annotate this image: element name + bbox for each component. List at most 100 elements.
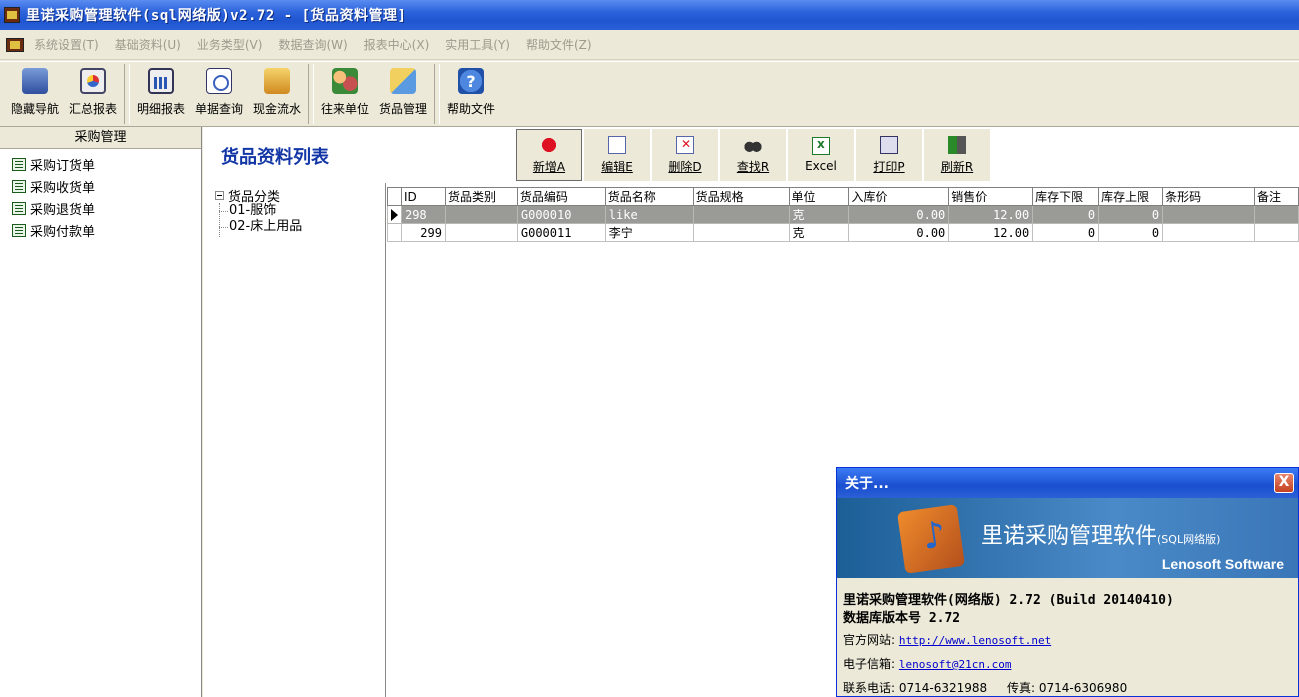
cell-purchase-price[interactable]: 0.00: [848, 205, 950, 224]
menu-data-query[interactable]: 数据查询(W): [278, 36, 347, 53]
column-header[interactable]: 条形码: [1162, 187, 1255, 206]
partners-label: 往来单位: [320, 102, 369, 116]
menu-system-settings[interactable]: 系统设置(T): [34, 36, 99, 53]
tree-node-root[interactable]: 货品分类: [215, 187, 385, 205]
people-icon: [332, 68, 358, 94]
column-header[interactable]: 单位: [788, 187, 850, 206]
add-button[interactable]: 新增A: [516, 129, 582, 181]
app-icon[interactable]: [4, 7, 20, 23]
column-header[interactable]: 库存下限: [1032, 187, 1100, 206]
main-toolbar: 隐藏导航 汇总报表 明细报表 单据查询 现金流水 往来单位 货品管理 ? 帮助文…: [0, 61, 1299, 127]
cell-name[interactable]: 李宁: [604, 223, 694, 242]
print-icon: [880, 135, 898, 154]
print-button[interactable]: 打印P: [856, 129, 922, 181]
nav-item-purchase-payment[interactable]: 采购付款单: [0, 219, 201, 241]
cell-id[interactable]: 299: [400, 223, 446, 242]
cell-stock-min[interactable]: 0: [1032, 205, 1100, 224]
goods-icon: [390, 68, 416, 94]
column-header[interactable]: ID: [400, 187, 446, 206]
tree-collapse-icon[interactable]: [215, 190, 224, 200]
cell-category[interactable]: [444, 205, 518, 224]
edit-button[interactable]: 编辑E: [584, 129, 650, 181]
window-title-bar[interactable]: 里诺采购管理软件(sql网络版)v2.72 - [货品资料管理]: [0, 0, 1299, 30]
menu-report-center[interactable]: 报表中心(X): [364, 36, 430, 53]
cell-stock-max[interactable]: 0: [1098, 223, 1164, 242]
goods-management-button[interactable]: 货品管理: [374, 62, 432, 126]
about-dialog: 关于... X 里诺采购管理软件(SQL网络版) Lenosoft Softwa…: [836, 467, 1299, 697]
nav-item-label: 采购付款单: [30, 224, 96, 240]
nav-item-purchase-order[interactable]: 采购订货单: [0, 153, 201, 175]
cell-remark[interactable]: [1253, 205, 1299, 224]
column-header[interactable]: 货品类别: [444, 187, 518, 206]
row-indicator: [387, 223, 402, 242]
nav-item-label: 采购收货单: [30, 180, 96, 196]
cell-spec[interactable]: [692, 205, 790, 224]
refresh-button[interactable]: 刷新R: [924, 129, 990, 181]
cell-code[interactable]: G000010: [516, 205, 606, 224]
document-query-label: 单据查询: [194, 102, 243, 116]
cell-name[interactable]: like: [604, 205, 694, 224]
column-header[interactable]: 入库价: [848, 187, 950, 206]
toolbar-separator: [124, 64, 130, 124]
excel-export-button[interactable]: Excel: [788, 129, 854, 181]
cell-remark[interactable]: [1253, 223, 1299, 242]
detail-report-button[interactable]: 明细报表: [132, 62, 190, 126]
print-label: 打印P: [873, 159, 905, 174]
nav-item-purchase-return[interactable]: 采购退货单: [0, 197, 201, 219]
left-navigation: 采购管理 采购订货单 采购收货单 采购退货单 采购付款单: [0, 127, 202, 697]
column-header[interactable]: 销售价: [948, 187, 1034, 206]
cell-unit[interactable]: 克: [788, 223, 850, 242]
delete-label: 删除D: [668, 159, 702, 174]
hide-nav-button[interactable]: 隐藏导航: [6, 62, 64, 126]
table-row[interactable]: 299 G000011 李宁 克 0.00 12.00 0 0: [387, 223, 1299, 242]
column-header[interactable]: 库存上限: [1098, 187, 1164, 206]
table-row[interactable]: 298 G000010 like 克 0.00 12.00 0 0: [387, 205, 1299, 224]
pie-chart-icon: [80, 68, 106, 94]
cell-spec[interactable]: [692, 223, 790, 242]
close-button[interactable]: X: [1274, 473, 1294, 493]
cell-stock-min[interactable]: 0: [1032, 223, 1100, 242]
toolbar-separator: [308, 64, 314, 124]
mdi-child-icon[interactable]: [6, 37, 24, 52]
about-dialog-title-bar[interactable]: 关于...: [837, 468, 1298, 498]
about-company: Lenosoft Software: [1161, 556, 1284, 572]
menu-business-type[interactable]: 业务类型(V): [197, 36, 263, 53]
cell-code[interactable]: G000011: [516, 223, 606, 242]
column-header[interactable]: 货品编码: [516, 187, 606, 206]
menu-basic-data[interactable]: 基础资料(U): [115, 36, 181, 53]
column-header[interactable]: 备注: [1253, 187, 1299, 206]
cell-barcode[interactable]: [1162, 205, 1255, 224]
add-label: 新增A: [532, 159, 566, 174]
document-query-button[interactable]: 单据查询: [190, 62, 248, 126]
cell-sale-price[interactable]: 12.00: [948, 223, 1034, 242]
find-button[interactable]: 查找R: [720, 129, 786, 181]
cell-stock-max[interactable]: 0: [1098, 205, 1164, 224]
page-title: 货品资料列表: [221, 147, 329, 168]
help-file-button[interactable]: ? 帮助文件: [442, 62, 500, 126]
cell-sale-price[interactable]: 12.00: [948, 205, 1034, 224]
summary-report-button[interactable]: 汇总报表: [64, 62, 122, 126]
tree-node-apparel[interactable]: 01-服饰: [215, 203, 385, 219]
cell-unit[interactable]: 克: [788, 205, 850, 224]
cell-id[interactable]: 298: [400, 205, 446, 224]
delete-button[interactable]: 删除D: [652, 129, 718, 181]
partners-button[interactable]: 往来单位: [316, 62, 374, 126]
cash-flow-button[interactable]: 现金流水: [248, 62, 306, 126]
about-db-version: 数据库版本号 2.72: [843, 611, 961, 626]
email-link[interactable]: lenosoft@21cn.com: [899, 658, 1012, 671]
tree-node-bedding[interactable]: 02-床上用品: [215, 219, 385, 235]
refresh-label: 刷新R: [940, 159, 974, 174]
website-link[interactable]: http://www.lenosoft.net: [899, 634, 1051, 647]
cell-purchase-price[interactable]: 0.00: [848, 223, 950, 242]
menu-tools[interactable]: 实用工具(Y): [445, 36, 510, 53]
nav-header[interactable]: 采购管理: [0, 127, 201, 149]
about-app-name-text: 里诺采购管理软件: [981, 524, 1158, 549]
about-dialog-title: 关于...: [845, 476, 889, 492]
column-header[interactable]: 货品名称: [604, 187, 694, 206]
menu-help[interactable]: 帮助文件(Z): [526, 36, 592, 53]
cell-category[interactable]: [444, 223, 518, 242]
column-header[interactable]: 货品规格: [692, 187, 790, 206]
cell-barcode[interactable]: [1162, 223, 1255, 242]
nav-item-label: 采购订货单: [30, 158, 96, 174]
nav-item-purchase-receipt[interactable]: 采购收货单: [0, 175, 201, 197]
